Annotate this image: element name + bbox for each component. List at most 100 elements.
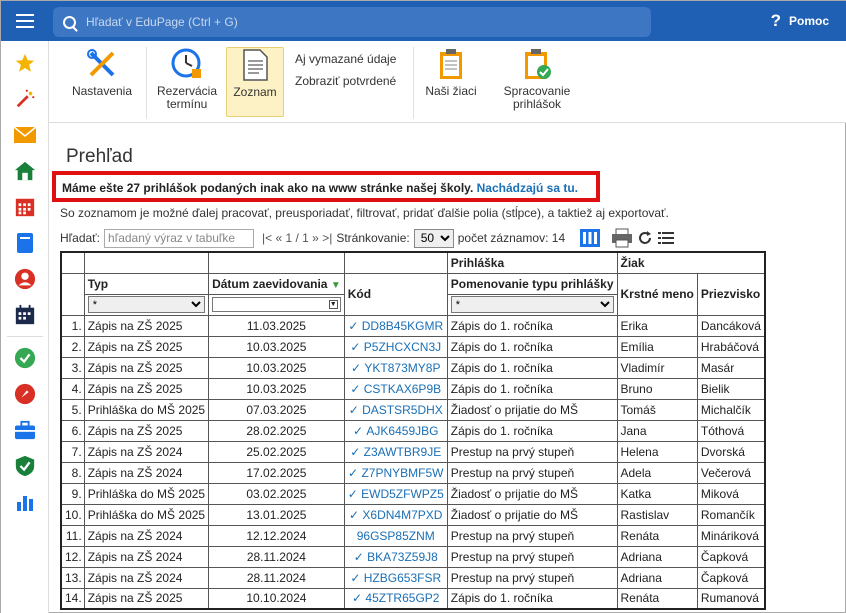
row-type: Prihláška do MŠ 2025: [83, 482, 210, 505]
info-text: So zoznamom je možné ďalej pracovať, pre…: [60, 206, 669, 220]
header-first-name[interactable]: Krstné meno: [616, 272, 698, 316]
show-deleted-link[interactable]: Aj vymazané údaje: [295, 52, 396, 66]
row-code[interactable]: ✓ DASTSR5DHX: [343, 398, 448, 421]
header-last-name[interactable]: Priezvisko: [696, 272, 766, 316]
table-row[interactable]: 7. Zápis na ZŠ 2024 25.02.2025 ✓ Z3AWTBR9JE…: [60, 440, 766, 463]
row-last-name: Romančík: [696, 503, 766, 526]
row-code[interactable]: ✓ Z3AWTBR9JE: [343, 440, 448, 463]
row-date: 07.03.2025: [208, 398, 345, 421]
row-code[interactable]: ✓ DD8B45KGMR: [343, 314, 448, 337]
list-button[interactable]: Zoznam: [226, 47, 284, 117]
user-icon[interactable]: [1, 261, 49, 297]
row-code[interactable]: ✓ CSTKAX6P9B: [343, 377, 448, 400]
row-application-name: Zápis do 1. ročníka: [446, 335, 618, 358]
header-empty: [60, 251, 85, 274]
confirmed-check-icon: ✓: [350, 570, 364, 585]
star-icon[interactable]: [1, 45, 49, 81]
search-box[interactable]: [53, 7, 651, 37]
record-count: počet záznamov: 14: [457, 231, 566, 245]
header-code[interactable]: Kód: [343, 272, 448, 316]
paging-select[interactable]: 50: [413, 228, 454, 248]
our-students-button[interactable]: Naši žiaci: [421, 47, 481, 117]
row-code-text[interactable]: P5ZHCXCN3J: [364, 340, 441, 354]
table-row[interactable]: 8. Zápis na ZŠ 2024 17.02.2025 ✓ Z7PNYBMF5W…: [60, 461, 766, 484]
calendar-icon[interactable]: [1, 189, 49, 225]
settings-button[interactable]: Nastavenia: [67, 47, 137, 117]
book-icon[interactable]: [1, 225, 49, 261]
row-code-text[interactable]: YKT873MY8P: [364, 361, 440, 375]
refresh-icon[interactable]: [637, 228, 653, 248]
row-code-text[interactable]: CSTKAX6P9B: [364, 382, 441, 396]
show-confirmed-link[interactable]: Zobraziť potvrdené: [295, 74, 396, 88]
rocket-badge-icon[interactable]: [1, 376, 49, 412]
list-view-icon[interactable]: [657, 228, 675, 248]
row-code-text[interactable]: BKA73Z59J8: [367, 550, 438, 564]
table-row[interactable]: 5. Prihláška do MŠ 2025 07.03.2025 ✓ DASTSR…: [60, 398, 766, 421]
timetable-icon[interactable]: [1, 297, 49, 333]
magic-wand-icon[interactable]: [1, 81, 49, 117]
header-date[interactable]: Dátum zaevidovania ▼: [208, 272, 345, 295]
table-search-input[interactable]: [104, 228, 255, 248]
bar-chart-icon[interactable]: [1, 484, 49, 520]
row-last-name: Rumanová: [696, 587, 766, 610]
shield-check-icon[interactable]: [1, 448, 49, 484]
row-code[interactable]: ✓ X6DN4M7PXD: [343, 503, 448, 526]
table-row[interactable]: 9. Prihláška do MŠ 2025 03.02.2025 ✓ EWD5ZF…: [60, 482, 766, 505]
table-row[interactable]: 11. Zápis na ZŠ 2024 12.12.2024 96GSP85ZNM P…: [60, 524, 766, 547]
briefcase-icon[interactable]: [1, 412, 49, 448]
row-type: Zápis na ZŠ 2025: [83, 419, 210, 442]
row-code-text[interactable]: AJK6459JBG: [366, 424, 438, 438]
table-row[interactable]: 13. Zápis na ZŠ 2024 28.11.2024 ✓ HZBG653FS…: [60, 566, 766, 589]
check-badge-icon[interactable]: [1, 340, 49, 376]
table-row[interactable]: 6. Zápis na ZŠ 2025 28.02.2025 ✓ AJK6459JBG…: [60, 419, 766, 442]
row-code-text[interactable]: DD8B45KGMR: [362, 319, 443, 333]
row-code[interactable]: ✓ EWD5ZFWPZ5: [343, 482, 448, 505]
mail-icon[interactable]: [1, 117, 49, 153]
pager[interactable]: |< « 1 / 1 » >|: [262, 231, 332, 245]
row-code[interactable]: ✓ YKT873MY8P: [343, 356, 448, 379]
search-input[interactable]: [86, 15, 626, 29]
row-code-text[interactable]: Z7PNYBMF5W: [361, 466, 443, 480]
row-code[interactable]: ✓ BKA73Z59J8: [343, 545, 448, 568]
row-code[interactable]: 96GSP85ZNM: [343, 524, 448, 547]
help-button[interactable]: ? Pomoc: [771, 1, 829, 41]
row-code[interactable]: ✓ AJK6459JBG: [343, 419, 448, 442]
type-filter-select[interactable]: *: [87, 296, 206, 313]
row-code-text[interactable]: Z3AWTBR9JE: [364, 445, 442, 459]
row-code-text[interactable]: X6DN4M7PXD: [362, 508, 442, 522]
notice-link[interactable]: Nachádzajú sa tu.: [477, 181, 578, 195]
table-row[interactable]: 12. Zápis na ZŠ 2024 28.11.2024 ✓ BKA73Z59J…: [60, 545, 766, 568]
columns-icon[interactable]: [579, 228, 601, 248]
table-row[interactable]: 3. Zápis na ZŠ 2025 10.03.2025 ✓ YKT873MY8P…: [60, 356, 766, 379]
app-filter-select[interactable]: *: [450, 296, 614, 313]
table-row[interactable]: 14. Zápis na ZŠ 2025 10.10.2024 ✓ 45ZTR65GP…: [60, 587, 766, 610]
home-icon[interactable]: [1, 153, 49, 189]
table-row[interactable]: 1. Zápis na ZŠ 2025 11.03.2025 ✓ DD8B45KGMR…: [60, 314, 766, 337]
row-first-name: Jana: [616, 419, 698, 442]
row-code[interactable]: ✓ Z7PNYBMF5W: [343, 461, 448, 484]
row-code[interactable]: ✓ 45ZTR65GP2: [343, 587, 448, 610]
row-last-name: Dvorská: [696, 440, 766, 463]
header-app-name[interactable]: Pomenovanie typu prihlášky: [446, 272, 618, 295]
row-number: 5.: [60, 398, 85, 421]
row-code-text[interactable]: EWD5ZFWPZ5: [361, 487, 444, 501]
row-code-text[interactable]: 45ZTR65GP2: [365, 591, 439, 605]
table-row[interactable]: 4. Zápis na ZŠ 2025 10.03.2025 ✓ CSTKAX6P9B…: [60, 377, 766, 400]
row-code-text[interactable]: DASTSR5DHX: [362, 403, 443, 417]
header-type[interactable]: Typ: [83, 272, 210, 295]
process-applications-button[interactable]: Spracovanie prihlášok: [497, 47, 577, 117]
ribbon-separator: [413, 47, 414, 119]
row-code-text[interactable]: 96GSP85ZNM: [357, 529, 435, 543]
filter-cell-app: *: [446, 293, 618, 316]
row-code[interactable]: ✓ HZBG653FSR: [343, 566, 448, 589]
print-icon[interactable]: [611, 228, 633, 248]
row-code[interactable]: ✓ P5ZHCXCN3J: [343, 335, 448, 358]
confirmed-check-icon: ✓: [350, 444, 364, 459]
menu-icon[interactable]: [1, 1, 49, 41]
row-last-name: Čapková: [696, 545, 766, 568]
reservation-button[interactable]: Rezervácia termínu: [152, 47, 222, 117]
row-code-text[interactable]: HZBG653FSR: [364, 571, 441, 585]
table-row[interactable]: 10. Prihláška do MŠ 2025 13.01.2025 ✓ X6DN4…: [60, 503, 766, 526]
date-filter[interactable]: ▼: [212, 297, 341, 312]
table-row[interactable]: 2. Zápis na ZŠ 2025 10.03.2025 ✓ P5ZHCXCN3J…: [60, 335, 766, 358]
